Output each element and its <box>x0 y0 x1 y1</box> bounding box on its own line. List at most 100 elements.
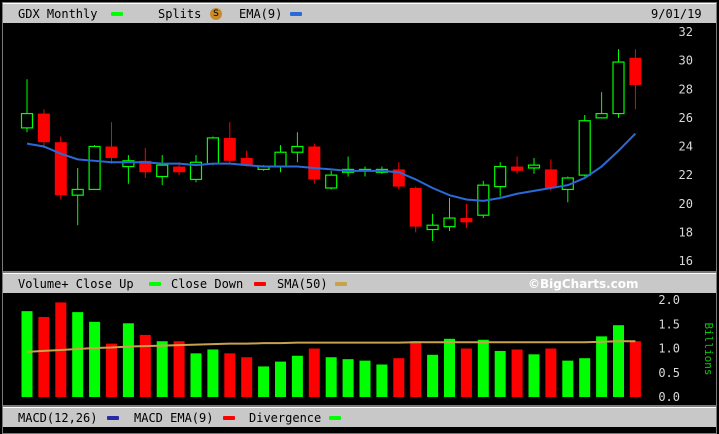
divergence-swatch <box>329 416 341 420</box>
sma-label: SMA(50) <box>277 277 328 291</box>
candle-body <box>20 112 34 129</box>
candle-32 <box>561 176 574 203</box>
volume-bar-34 <box>596 336 608 397</box>
candle-25 <box>443 198 456 231</box>
candle-body <box>511 166 524 171</box>
chart-date: 9/01/19 <box>651 7 702 21</box>
candle-23 <box>409 186 422 233</box>
price-panel-header: GDX Monthly Splits S EMA(9) 9/01/19 <box>3 3 716 23</box>
candle-body <box>426 224 439 231</box>
volume-y-tick-2: 1.0 <box>658 342 680 356</box>
volume-bar-11 <box>207 349 219 397</box>
price-y-tick-4: 24 <box>679 140 693 154</box>
volume-y-axis-label: Billions <box>702 323 715 376</box>
candle-3 <box>71 167 84 226</box>
volume-y-tick-3: 1.5 <box>658 317 680 331</box>
candle-body <box>206 137 219 165</box>
price-y-tick-3: 22 <box>679 168 693 182</box>
candle-19 <box>342 156 355 177</box>
candle-body <box>223 137 236 161</box>
candle-body <box>308 146 321 180</box>
volume-bar-31 <box>545 348 557 397</box>
candle-31 <box>544 159 557 191</box>
volume-bar-4 <box>89 321 101 397</box>
volume-panel: Volume+ Close Up Close Down SMA(50) ©Big… <box>2 272 717 406</box>
candle-17 <box>308 143 321 184</box>
volume-y-tick-1: 0.5 <box>658 366 680 380</box>
volume-bar-7 <box>139 334 151 397</box>
price-y-tick-2: 20 <box>679 197 693 211</box>
candle-26 <box>460 203 473 229</box>
candle-body <box>629 57 642 85</box>
candle-35 <box>612 49 625 118</box>
volume-bar-22 <box>393 358 405 397</box>
volume-bar-9 <box>173 341 185 397</box>
candle-body <box>173 166 186 173</box>
candle-body <box>325 174 338 189</box>
candle-body <box>527 164 541 169</box>
price-y-tick-1: 18 <box>679 225 693 239</box>
volume-y-tick-0: 0.0 <box>658 390 680 404</box>
candle-body <box>71 188 84 196</box>
splits-label: Splits <box>158 7 202 21</box>
candle-2 <box>54 136 67 200</box>
candle-11 <box>206 136 219 166</box>
candle-34 <box>595 92 608 119</box>
ema-line <box>26 132 637 202</box>
candle-0 <box>20 79 34 133</box>
macd-swatch <box>107 416 119 420</box>
volume-bar-16 <box>291 355 303 397</box>
candle-body <box>612 61 625 115</box>
volume-bar-20 <box>359 360 371 397</box>
volume-bar-28 <box>494 350 506 397</box>
close-down-swatch <box>254 282 266 286</box>
volume-panel-header: Volume+ Close Up Close Down SMA(50) ©Big… <box>3 273 716 293</box>
candle-body <box>443 217 456 228</box>
volume-bar-5 <box>106 343 117 397</box>
macd-ema-swatch <box>223 416 235 420</box>
ema-label: EMA(9) <box>239 7 283 21</box>
macd-label: MACD(12,26) <box>18 411 98 425</box>
candle-36 <box>629 49 642 110</box>
sma-line <box>26 340 636 353</box>
price-y-tick-7: 30 <box>679 54 693 68</box>
candle-body <box>274 151 287 168</box>
volume-bar-17 <box>308 348 320 397</box>
volume-label: Volume+ Close Up <box>18 277 134 291</box>
volume-bar-3 <box>72 312 84 397</box>
candle-body <box>409 188 422 227</box>
symbol-label: GDX Monthly <box>18 7 98 21</box>
candle-22 <box>392 162 405 190</box>
candle-body <box>578 120 591 176</box>
candle-body <box>544 169 557 189</box>
price-y-tick-6: 28 <box>679 82 693 96</box>
price-y-tick-0: 16 <box>679 254 693 268</box>
close-up-swatch <box>149 282 161 286</box>
volume-chart: 0.0 0.5 1.0 1.5 2.0 Billions <box>21 293 715 404</box>
candle-body <box>595 112 608 119</box>
macd-panel: MACD(12,26) MACD EMA(9) Divergence <box>2 406 717 434</box>
candle-body <box>460 218 473 223</box>
candle-16 <box>291 132 304 163</box>
candle-body <box>37 113 50 143</box>
candle-6 <box>122 155 135 184</box>
volume-bar-6 <box>122 323 134 397</box>
volume-bar-21 <box>376 364 388 397</box>
candle-15 <box>274 145 287 173</box>
volume-bar-0 <box>21 311 33 397</box>
volume-bar-36 <box>629 341 641 397</box>
macd-panel-header: MACD(12,26) MACD EMA(9) Divergence <box>3 407 716 427</box>
candle-8 <box>156 155 169 186</box>
close-down-label: Close Down <box>171 277 244 291</box>
candle-18 <box>325 170 338 190</box>
volume-bar-12 <box>224 353 236 397</box>
candle-body <box>291 145 304 153</box>
volume-bar-30 <box>528 354 540 397</box>
price-panel: GDX Monthly Splits S EMA(9) 9/01/19 16 18… <box>2 2 717 272</box>
candle-body <box>105 146 118 158</box>
price-y-tick-5: 26 <box>679 111 693 125</box>
volume-bar-26 <box>460 348 472 397</box>
volume-bar-10 <box>190 353 202 397</box>
volume-bar-19 <box>342 359 354 397</box>
volume-bar-23 <box>410 341 422 397</box>
